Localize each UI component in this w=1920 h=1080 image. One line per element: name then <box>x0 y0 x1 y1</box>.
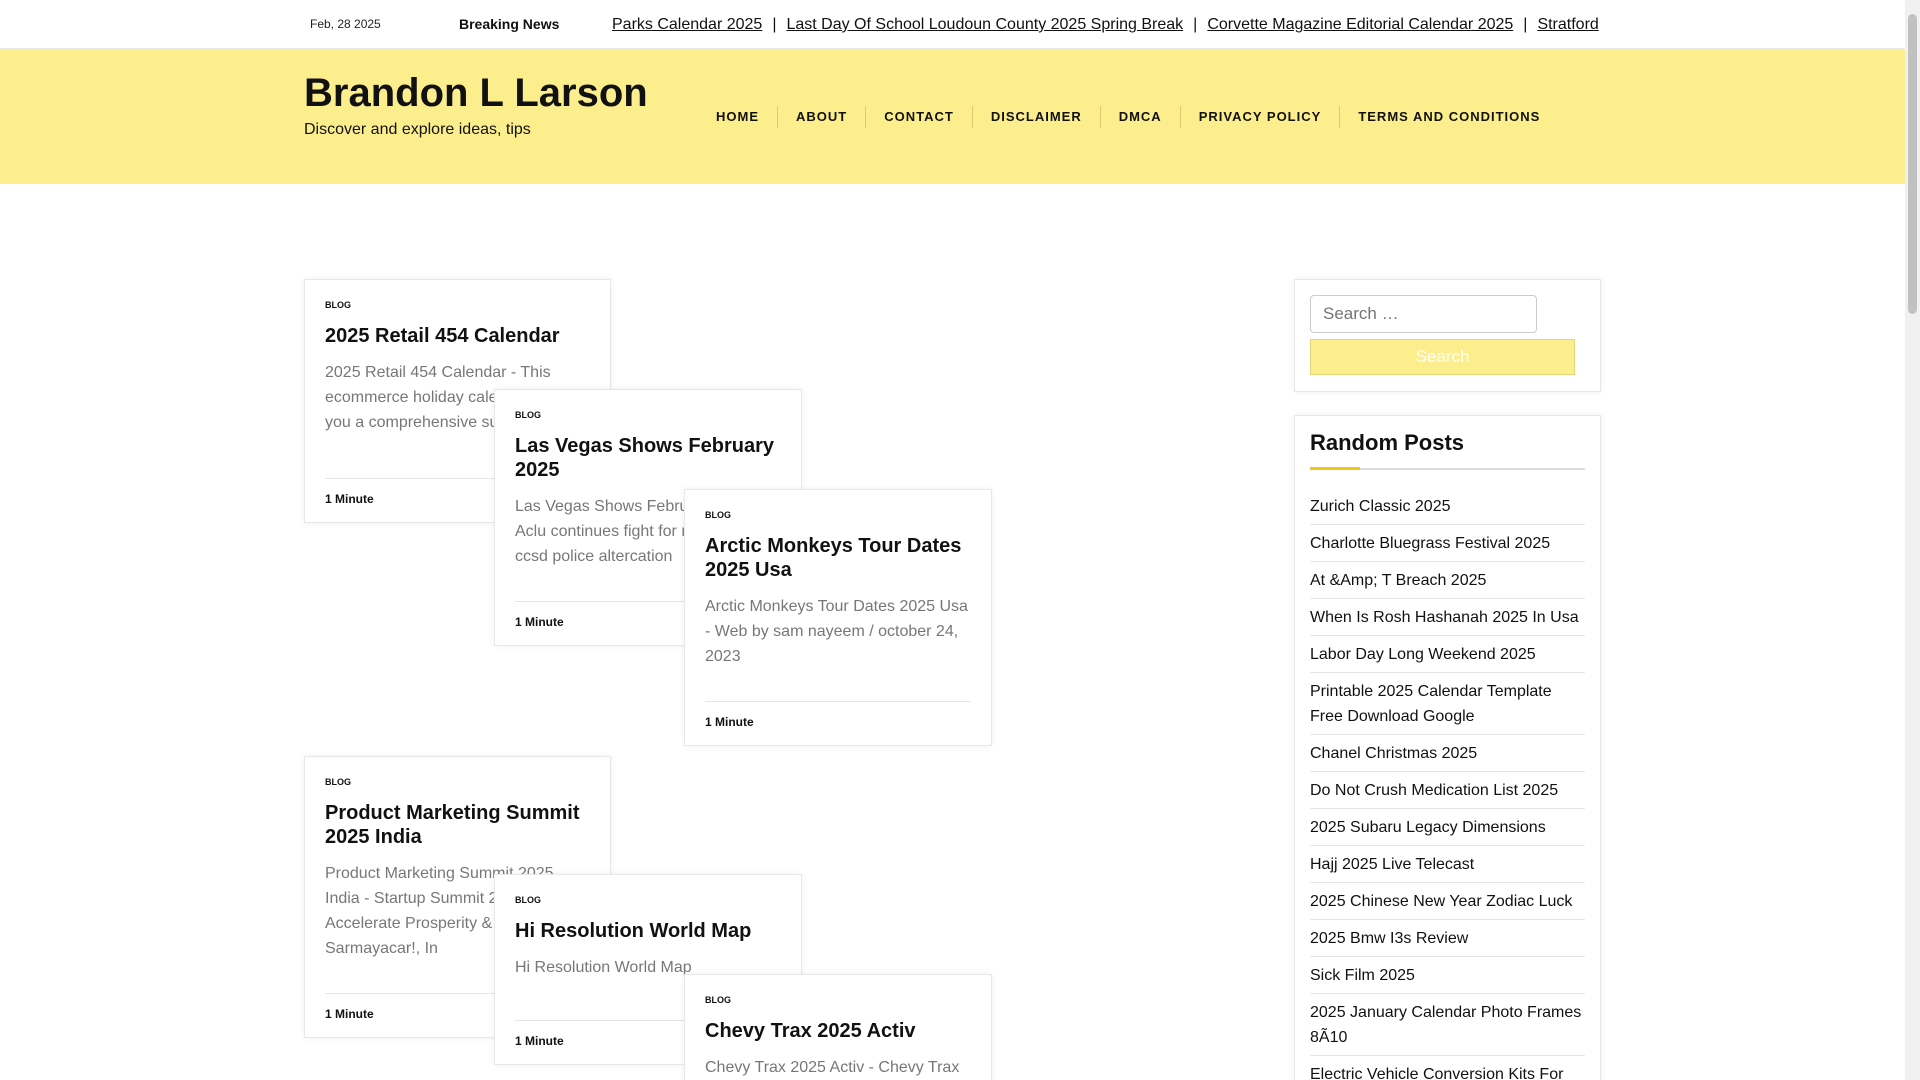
post-category[interactable]: BLOG <box>705 510 971 520</box>
post-title[interactable]: Las Vegas Shows February 2025 <box>515 434 781 482</box>
post-card: BLOG Arctic Monkeys Tour Dates 2025 Usa … <box>684 489 992 746</box>
post-category[interactable]: BLOG <box>515 895 781 905</box>
post-category[interactable]: BLOG <box>325 300 590 310</box>
random-post-link[interactable]: 2025 Subaru Legacy Dimensions <box>1310 813 1585 846</box>
random-posts-heading: Random Posts <box>1310 430 1465 455</box>
post-title[interactable]: 2025 Retail 454 Calendar <box>325 324 590 348</box>
heading-accent-bar <box>1310 467 1360 470</box>
post-category[interactable]: BLOG <box>325 777 590 787</box>
random-post-link[interactable]: Sick Film 2025 <box>1310 961 1585 994</box>
random-post-link[interactable]: 2025 Chinese New Year Zodiac Luck <box>1310 887 1585 920</box>
random-post-link[interactable]: 2025 Bmw I3s Review <box>1310 924 1585 957</box>
post-title[interactable]: Arctic Monkeys Tour Dates 2025 Usa <box>705 534 971 582</box>
post-title[interactable]: Product Marketing Summit 2025 India <box>325 801 590 849</box>
random-post-link[interactable]: Do Not Crush Medication List 2025 <box>1310 776 1585 809</box>
current-date: Feb, 28 2025 <box>310 17 381 31</box>
nav-about[interactable]: ABOUT <box>777 106 865 128</box>
random-post-link[interactable]: Hajj 2025 Live Telecast <box>1310 850 1585 883</box>
nav-disclaimer[interactable]: DISCLAIMER <box>971 106 1100 128</box>
ticker-separator: | <box>1193 16 1198 33</box>
heading-divider <box>1310 467 1585 470</box>
random-post-link[interactable]: Electric Vehicle Conversion Kits For <box>1310 1060 1585 1080</box>
random-posts-list: Zurich Classic 2025 Charlotte Bluegrass … <box>1310 492 1585 1080</box>
post-title[interactable]: Chevy Trax 2025 Activ <box>705 1019 971 1043</box>
nav-home[interactable]: HOME <box>698 106 777 128</box>
breaking-news-label: Breaking News <box>459 16 560 32</box>
ticker-separator: | <box>772 16 777 33</box>
page-scrollbar[interactable] <box>1905 0 1920 1080</box>
ticker-link[interactable]: Corvette Magazine Editorial Calendar 202… <box>1207 0 1513 49</box>
top-bar: Feb, 28 2025 Breaking News Parks Calenda… <box>0 0 1904 49</box>
ticker-link[interactable]: Stratford <box>1537 0 1598 49</box>
ticker-link[interactable]: Parks Calendar 2025 <box>612 0 762 49</box>
random-post-link[interactable]: Labor Day Long Weekend 2025 <box>1310 640 1585 673</box>
post-excerpt: Arctic Monkeys Tour Dates 2025 Usa - Web… <box>705 598 968 665</box>
breaking-news-ticker: Parks Calendar 2025 | Last Day Of School L… <box>612 0 1608 49</box>
site-tagline: Discover and explore ideas, tips <box>304 121 531 138</box>
random-post-link[interactable]: 2025 January Calendar Photo Frames 8Ã10 <box>1310 998 1585 1056</box>
ticker-separator: | <box>1523 16 1528 33</box>
post-category[interactable]: BLOG <box>515 410 781 420</box>
random-post-link[interactable]: At &Amp; T Breach 2025 <box>1310 566 1585 599</box>
scrollbar-thumb[interactable] <box>1908 14 1917 314</box>
random-post-link[interactable]: When Is Rosh Hashanah 2025 In Usa <box>1310 603 1585 636</box>
random-post-link[interactable]: Chanel Christmas 2025 <box>1310 739 1585 772</box>
random-post-link[interactable]: Printable 2025 Calendar Template Free Do… <box>1310 677 1585 735</box>
search-button[interactable]: Search <box>1310 339 1575 375</box>
post-card: BLOG Chevy Trax 2025 Activ Chevy Trax 20… <box>684 974 992 1080</box>
post-title[interactable]: Hi Resolution World Map <box>515 919 781 943</box>
site-title[interactable]: Brandon L Larson <box>304 71 648 116</box>
search-widget: Search <box>1294 279 1601 392</box>
nav-terms-and-conditions[interactable]: TERMS AND CONDITIONS <box>1339 106 1558 128</box>
nav-privacy-policy[interactable]: PRIVACY POLICY <box>1179 106 1340 128</box>
site-header: Brandon L Larson Discover and explore id… <box>0 49 1905 184</box>
ticker-link[interactable]: Last Day Of School Loudoun County 2025 S… <box>786 0 1183 49</box>
post-excerpt: Chevy Trax 2025 Activ - Chevy Trax <box>705 1059 960 1076</box>
nav-contact[interactable]: CONTACT <box>865 106 972 128</box>
random-post-link[interactable]: Charlotte Bluegrass Festival 2025 <box>1310 529 1585 562</box>
random-posts-widget: Random Posts Zurich Classic 2025 Charlot… <box>1294 415 1601 1080</box>
post-category[interactable]: BLOG <box>705 995 971 1005</box>
post-read-time: 1 Minute <box>705 701 971 745</box>
random-post-link[interactable]: Zurich Classic 2025 <box>1310 492 1585 525</box>
main-navigation: HOME ABOUT CONTACT DISCLAIMER DMCA PRIVA… <box>698 106 1558 128</box>
nav-dmca[interactable]: DMCA <box>1099 106 1180 128</box>
search-input[interactable] <box>1310 295 1537 333</box>
